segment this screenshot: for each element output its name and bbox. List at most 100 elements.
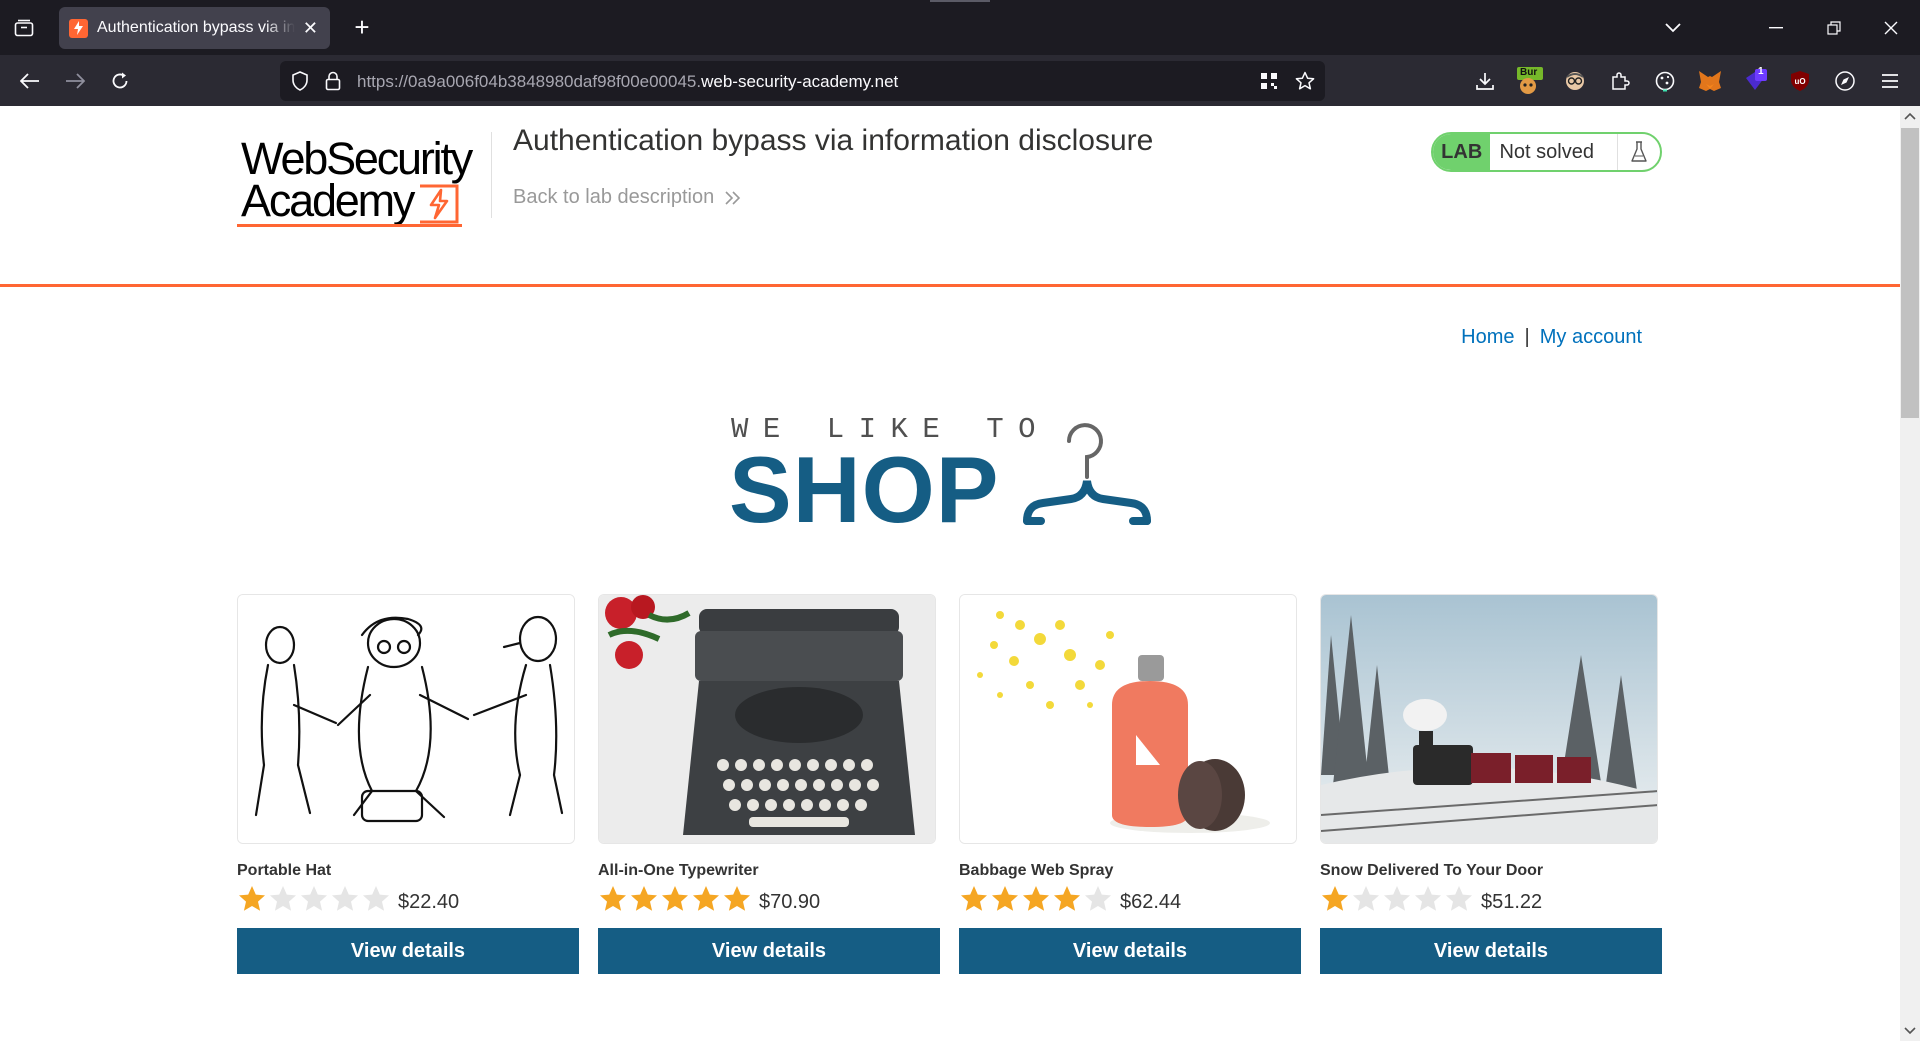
- star-empty-icon: [332, 886, 358, 911]
- academy-favicon-icon: [69, 18, 88, 38]
- product-rating: $22.40: [237, 884, 459, 914]
- product-card: All-in-One Typewriter $70.90 View detail…: [598, 594, 940, 974]
- product-price: $62.44: [1120, 890, 1182, 913]
- view-details-button[interactable]: View details: [237, 928, 579, 974]
- back-arrow-icon[interactable]: [14, 65, 46, 97]
- star-empty-icon: [1446, 886, 1472, 911]
- star-filled-icon: [631, 886, 657, 911]
- star-empty-icon: [1353, 886, 1379, 911]
- header-divider: [491, 132, 492, 218]
- snow-train-image[interactable]: [1320, 594, 1658, 844]
- logo-bolt-icon: [420, 184, 459, 224]
- tab-close-icon[interactable]: ✕: [301, 18, 320, 39]
- nav-separator: |: [1524, 326, 1530, 348]
- banner-shop-word: SHOP: [729, 437, 1000, 542]
- star-empty-icon: [1384, 886, 1410, 911]
- page-content: WebSecurity Academy Authentication bypas…: [0, 106, 1900, 1041]
- url-prefix: https://0a9a006f04b3848980daf98f00e00045…: [357, 72, 702, 91]
- star-filled-icon: [600, 886, 626, 911]
- portable-hat-image[interactable]: [237, 594, 575, 844]
- view-details-button[interactable]: View details: [1320, 928, 1662, 974]
- padlock-icon[interactable]: [322, 70, 344, 92]
- tab-list-icon[interactable]: [9, 13, 39, 43]
- compass-extension-icon[interactable]: [1830, 66, 1860, 96]
- star-filled-icon: [961, 886, 987, 911]
- star-filled-icon: [992, 886, 1018, 911]
- star-filled-icon: [662, 886, 688, 911]
- close-window-icon[interactable]: [1876, 14, 1906, 42]
- view-details-button[interactable]: View details: [959, 928, 1301, 974]
- product-rating: $51.22: [1320, 884, 1542, 914]
- scrollbar-thumb[interactable]: [1901, 128, 1919, 418]
- logo-underline: [237, 224, 462, 227]
- logo-line2: Academy: [241, 175, 415, 226]
- product-name: Babbage Web Spray: [959, 862, 1114, 879]
- product-card: Snow Delivered To Your Door $51.22 View …: [1320, 594, 1662, 974]
- home-link[interactable]: Home: [1461, 326, 1514, 348]
- url-text[interactable]: https://0a9a006f04b3848980daf98f00e00045…: [357, 72, 898, 92]
- web-spray-image[interactable]: [959, 594, 1297, 844]
- forward-arrow-icon[interactable]: [59, 65, 91, 97]
- star-filled-icon: [1023, 886, 1049, 911]
- tab-title: Authentication bypass via information di…: [97, 19, 295, 36]
- new-tab-icon[interactable]: +: [347, 12, 377, 42]
- url-bar[interactable]: https://0a9a006f04b3848980daf98f00e00045…: [280, 61, 1325, 101]
- extensions-puzzle-icon[interactable]: [1605, 66, 1635, 96]
- downloads-icon[interactable]: [1470, 66, 1500, 96]
- restore-icon[interactable]: [1819, 14, 1849, 42]
- bookmark-star-icon[interactable]: [1294, 70, 1316, 92]
- view-details-button[interactable]: View details: [598, 928, 940, 974]
- coat-hanger-icon: [1023, 423, 1151, 525]
- tab-overflow-chevron-icon[interactable]: [1658, 14, 1688, 42]
- star-empty-icon: [301, 886, 327, 911]
- flask-icon: [1617, 134, 1660, 170]
- lab-title: Authentication bypass via information di…: [513, 124, 1154, 157]
- cookie-extension-icon[interactable]: [1650, 66, 1680, 96]
- navigation-toolbar: https://0a9a006f04b3848980daf98f00e00045…: [0, 55, 1920, 106]
- typewriter-image[interactable]: [598, 594, 936, 844]
- star-filled-icon: [724, 886, 750, 911]
- header-orange-rule: [0, 284, 1900, 287]
- star-filled-icon: [1054, 886, 1080, 911]
- lab-status-text: Not solved: [1499, 140, 1594, 163]
- product-price: $51.22: [1481, 890, 1543, 913]
- back-to-lab-description-link[interactable]: Back to lab description: [513, 186, 742, 209]
- star-empty-icon: [1415, 886, 1441, 911]
- product-rating: $70.90: [598, 884, 820, 914]
- app-menu-hamburger-icon[interactable]: [1875, 66, 1905, 96]
- purple-extension-icon[interactable]: 1: [1740, 66, 1770, 96]
- ublock-origin-icon[interactable]: uO: [1785, 66, 1815, 96]
- star-filled-icon: [1322, 886, 1348, 911]
- we-like-to-shop-banner: WE LIKE TO SHOP: [729, 413, 1169, 543]
- star-empty-icon: [270, 886, 296, 911]
- star-filled-icon: [239, 886, 265, 911]
- reload-icon[interactable]: [104, 65, 136, 97]
- purple-extension-badge: 1: [1758, 66, 1764, 77]
- disguise-extension-icon[interactable]: [1560, 66, 1590, 96]
- web-security-academy-logo[interactable]: WebSecurity Academy: [237, 132, 489, 228]
- url-host: web-security-academy.net: [701, 72, 899, 91]
- burp-extension-icon[interactable]: Bur: [1515, 66, 1545, 96]
- lab-status-widget: LAB Not solved: [1431, 132, 1662, 172]
- qr-code-icon[interactable]: [1258, 70, 1280, 92]
- scroll-up-arrow-icon[interactable]: [1900, 106, 1920, 126]
- my-account-link[interactable]: My account: [1540, 326, 1642, 348]
- star-empty-icon: [1085, 886, 1111, 911]
- product-name: Portable Hat: [237, 862, 332, 879]
- metamask-fox-icon[interactable]: [1695, 66, 1725, 96]
- product-card: Portable Hat $22.40 View details: [237, 594, 579, 974]
- tab-bar: Authentication bypass via information di…: [0, 0, 1920, 55]
- tracking-shield-icon[interactable]: [289, 70, 311, 92]
- svg-text:uO: uO: [1794, 77, 1805, 86]
- product-rating: $62.44: [959, 884, 1181, 914]
- lab-status-label: LAB: [1433, 134, 1491, 170]
- drag-indicator: [930, 0, 990, 2]
- active-tab[interactable]: Authentication bypass via information di…: [59, 7, 330, 49]
- product-price: $22.40: [398, 890, 460, 913]
- minimize-icon[interactable]: [1761, 14, 1791, 42]
- product-name: Snow Delivered To Your Door: [1320, 862, 1544, 879]
- burp-badge: Bur: [1520, 67, 1538, 78]
- product-card: Babbage Web Spray $62.44 View details: [959, 594, 1301, 974]
- scroll-down-arrow-icon[interactable]: [1900, 1021, 1920, 1041]
- top-navigation: Home | My account: [1461, 326, 1642, 349]
